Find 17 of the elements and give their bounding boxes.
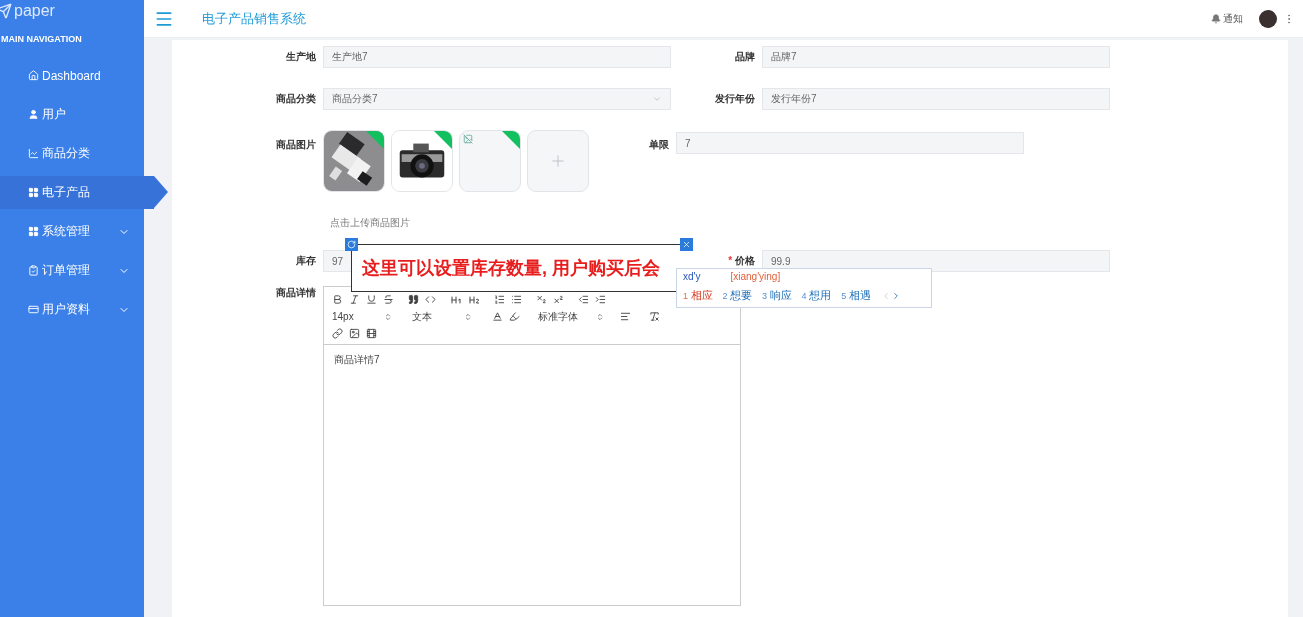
nav-heading: MAIN NAVIGATION	[1, 34, 83, 44]
ime-pinyin: [xiang'ying]	[730, 271, 781, 282]
annotation-text: 这里可以设置库存数量, 用户购买后会	[362, 257, 660, 280]
field-label: 商品详情	[275, 286, 317, 300]
ime-composition-text: xd'y	[683, 271, 701, 282]
logo-text: paper	[14, 2, 55, 20]
field-label: 品牌	[734, 50, 756, 64]
app-title: 电子产品销售系统	[202, 9, 307, 28]
field-label: 商品分类	[275, 92, 317, 106]
field-label: 库存	[295, 254, 317, 268]
required-mark: *	[728, 255, 734, 266]
field-label: 生产地	[285, 50, 317, 64]
field-label: 商品图片	[275, 138, 317, 152]
field-label: 单限	[648, 138, 670, 152]
upload-hint: 点击上传商品图片	[330, 216, 410, 230]
field-label: 发行年份	[714, 92, 756, 106]
editor-text: 商品详情7	[333, 353, 381, 367]
